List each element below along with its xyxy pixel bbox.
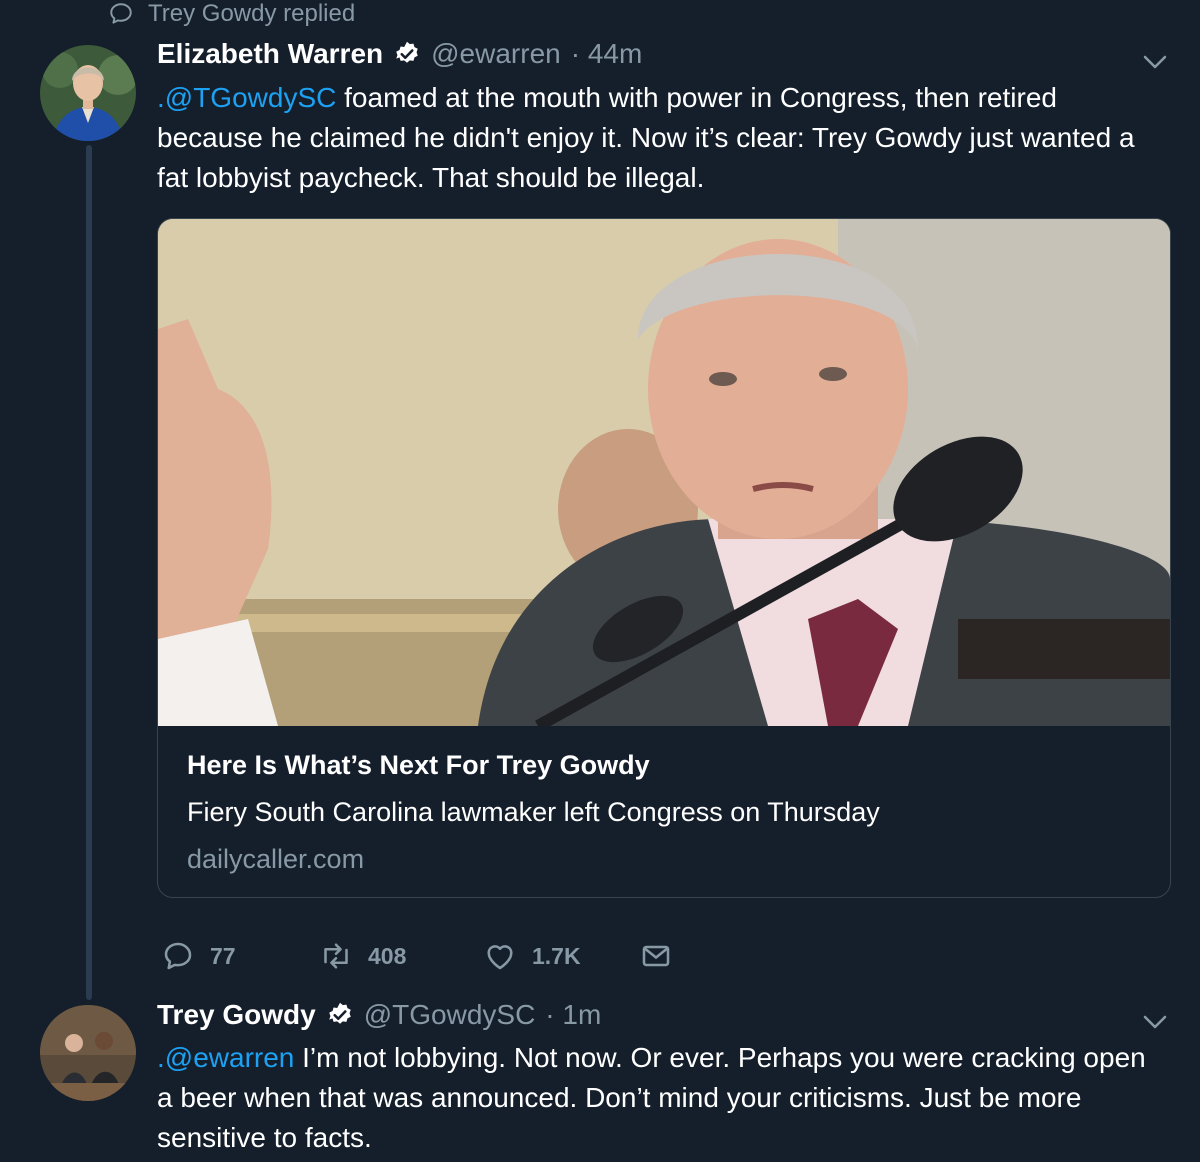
tweet1-actions: 77 408 1.7K — [160, 938, 674, 974]
card-description: Fiery South Carolina lawmaker left Congr… — [187, 797, 880, 827]
like-count: 1.7K — [532, 942, 581, 969]
retweet-icon — [324, 943, 348, 969]
retweet-action[interactable]: 408 — [318, 938, 482, 974]
tweet1-header: Elizabeth Warren @ewarren · 44m — [157, 38, 642, 70]
link-preview-card[interactable]: Here Is What’s Next For Trey Gowdy Fiery… — [157, 218, 1171, 898]
verified-badge-icon — [396, 41, 418, 63]
card-title: Here Is What’s Next For Trey Gowdy — [187, 750, 650, 780]
chevron-down-icon[interactable] — [1140, 1007, 1170, 1037]
tweet1-text: .@TGowdySC foamed at the mouth with powe… — [157, 78, 1167, 198]
chevron-down-icon[interactable] — [1140, 47, 1170, 77]
card-image — [158, 219, 1170, 726]
avatar-image — [40, 45, 136, 141]
card-domain: dailycaller.com — [187, 844, 365, 874]
reply-bubble-icon — [110, 3, 132, 24]
author-handle[interactable]: @TGowdySC — [364, 999, 536, 1031]
envelope-icon — [642, 945, 670, 967]
verified-badge-icon — [328, 1002, 351, 1024]
card-photo — [158, 219, 1170, 726]
avatar-image — [40, 1005, 136, 1101]
avatar-trey-gowdy[interactable] — [40, 1005, 136, 1101]
direct-message-action[interactable] — [638, 938, 674, 974]
mention-link[interactable]: .@TGowdySC — [157, 82, 336, 113]
tweet-timestamp[interactable]: · 1m — [545, 999, 601, 1031]
like-action[interactable]: 1.7K — [482, 938, 638, 974]
reply-context-text: Trey Gowdy replied — [148, 0, 356, 27]
heart-icon — [487, 945, 513, 970]
reply-context: Trey Gowdy replied — [108, 0, 355, 28]
reply-count: 77 — [210, 942, 236, 969]
tweet2-text: .@ewarren I’m not lobbying. Not now. Or … — [157, 1038, 1167, 1158]
avatar-elizabeth-warren[interactable] — [40, 45, 136, 141]
reply-action[interactable]: 77 — [160, 938, 318, 974]
mention-link[interactable]: .@ewarren — [157, 1042, 294, 1073]
card-text-area: Here Is What’s Next For Trey Gowdy Fiery… — [158, 726, 1170, 897]
author-name[interactable]: Trey Gowdy — [157, 999, 316, 1031]
reply-icon — [164, 942, 192, 970]
author-handle[interactable]: @ewarren — [431, 38, 561, 70]
thread-connector-line — [86, 145, 92, 1000]
tweet2-header: Trey Gowdy @TGowdySC · 1m — [157, 999, 601, 1031]
retweet-count: 408 — [368, 942, 407, 969]
tweet-timestamp[interactable]: · 44m — [571, 38, 643, 70]
tweet2-body: I’m not lobbying. Not now. Or ever. Perh… — [157, 1042, 1146, 1153]
author-name[interactable]: Elizabeth Warren — [157, 38, 383, 70]
